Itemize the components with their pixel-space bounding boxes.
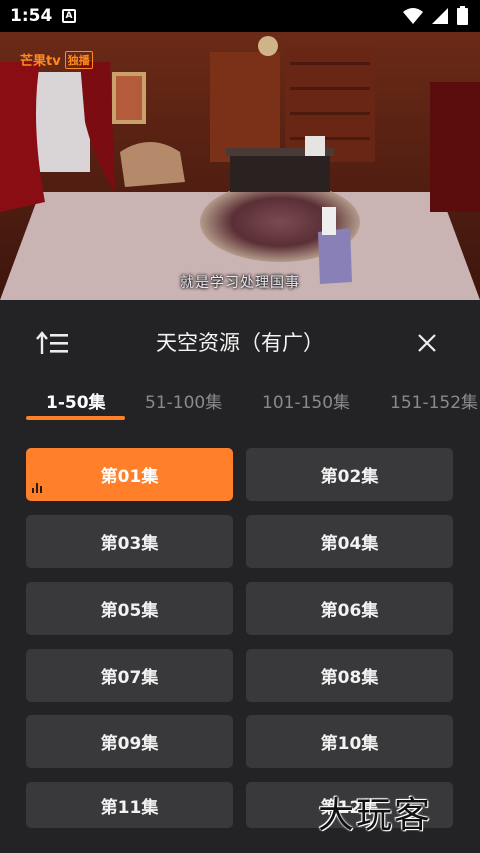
wifi-icon (403, 7, 423, 24)
episode-button-09[interactable]: 第09集 (26, 715, 233, 768)
episode-label: 第09集 (100, 734, 159, 754)
episode-label: 第02集 (320, 467, 379, 487)
status-time: 1:54 (10, 6, 53, 26)
episode-panel: 天空资源（有广） 1-50集 51-100集 101-150集 151-152集… (0, 300, 480, 853)
episode-button-07[interactable]: 第07集 (26, 649, 233, 702)
episode-label: 第04集 (320, 534, 379, 554)
channel-logo: 芒果tv 独播 (20, 50, 93, 69)
signal-icon (432, 7, 448, 24)
channel-logo-text: 芒果tv (20, 54, 61, 69)
episode-button-01[interactable]: 第01集 (26, 448, 233, 501)
episode-button-05[interactable]: 第05集 (26, 582, 233, 635)
panel-title: 天空资源（有广） (156, 331, 324, 355)
tab-151-152[interactable]: 151-152集 (390, 388, 480, 413)
tab-101-150[interactable]: 101-150集 (262, 388, 350, 413)
close-icon (418, 334, 436, 352)
episode-label: 第05集 (100, 601, 159, 621)
video-frame (0, 32, 480, 300)
episode-button-10[interactable]: 第10集 (246, 715, 453, 768)
episode-label: 第07集 (100, 668, 159, 688)
now-playing-icon (32, 482, 44, 493)
episode-button-11[interactable]: 第11集 (26, 782, 233, 828)
episode-label: 第10集 (320, 734, 379, 754)
status-bar: 1:54 A (0, 0, 480, 32)
tab-51-100[interactable]: 51-100集 (145, 388, 222, 413)
battery-icon (457, 6, 468, 25)
episode-label: 第08集 (320, 668, 379, 688)
episode-button-02[interactable]: 第02集 (246, 448, 453, 501)
episode-label: 第06集 (320, 601, 379, 621)
episode-button-06[interactable]: 第06集 (246, 582, 453, 635)
site-watermark: 大玩客 (318, 795, 433, 836)
close-button[interactable] (414, 330, 440, 356)
active-tab-indicator (26, 416, 125, 420)
video-player[interactable]: 芒果tv 独播 就是学习处理国事 (0, 32, 480, 300)
tab-1-50[interactable]: 1-50集 (46, 388, 106, 413)
video-subtitle: 就是学习处理国事 (180, 275, 300, 291)
episode-label: 第11集 (100, 797, 159, 818)
episode-button-03[interactable]: 第03集 (26, 515, 233, 568)
episode-label: 第01集 (100, 467, 159, 487)
episode-label: 第03集 (100, 534, 159, 554)
exclusive-badge: 独播 (64, 50, 93, 69)
notification-icon: A (62, 9, 76, 23)
episode-button-04[interactable]: 第04集 (246, 515, 453, 568)
episode-button-08[interactable]: 第08集 (246, 649, 453, 702)
